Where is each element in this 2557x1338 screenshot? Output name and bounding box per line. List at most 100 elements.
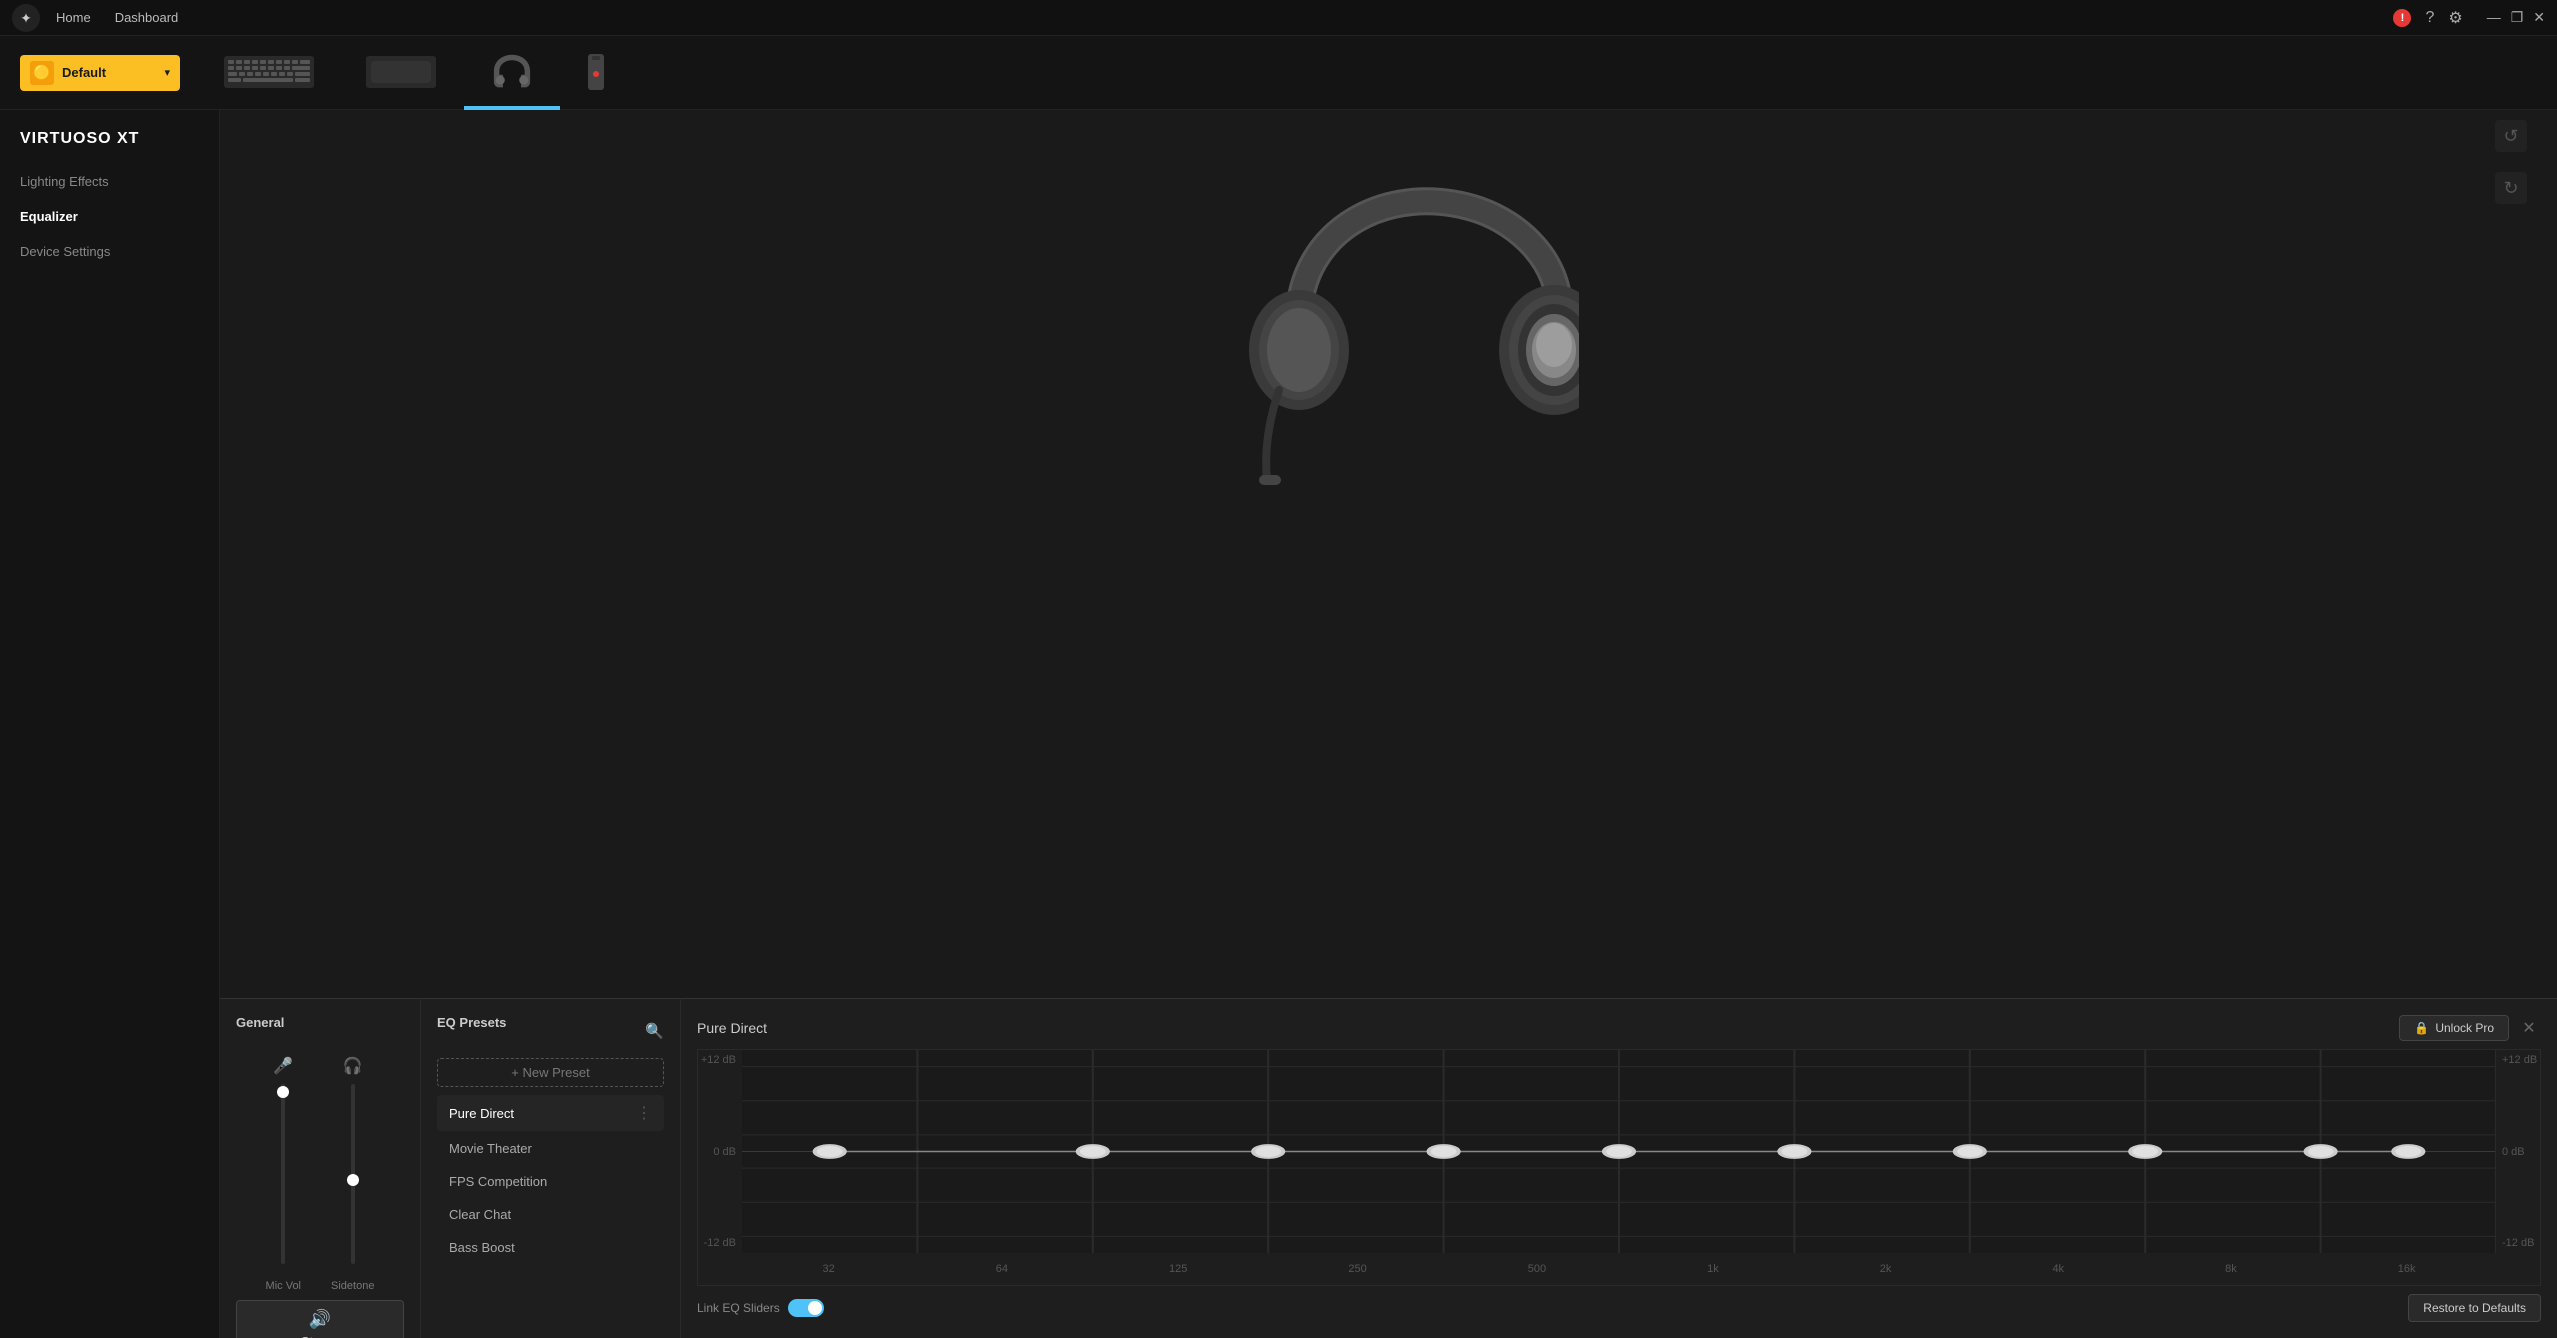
sidetone-label: Sidetone bbox=[331, 1280, 374, 1292]
headset-area: ↺ ↻ bbox=[220, 110, 2557, 550]
headset-icon bbox=[488, 53, 536, 91]
general-section: General 🎤 Mic Vol 🎧 Sideto bbox=[220, 998, 420, 1338]
settings-icon[interactable]: ⚙ bbox=[2448, 8, 2462, 28]
freq-250: 250 bbox=[1348, 1263, 1366, 1275]
freq-500: 500 bbox=[1528, 1263, 1546, 1275]
eq-search-icon[interactable]: 🔍 bbox=[645, 1022, 664, 1040]
preset-item-fps-competition[interactable]: FPS Competition bbox=[437, 1166, 664, 1197]
close-button[interactable]: ✕ bbox=[2533, 9, 2545, 26]
app-logo: ✦ bbox=[12, 4, 40, 32]
top-nav: Home Dashboard bbox=[56, 10, 178, 25]
freq-8k: 8k bbox=[2225, 1263, 2237, 1275]
mic-vol-slider[interactable] bbox=[281, 1084, 285, 1264]
sidetone-thumb[interactable] bbox=[347, 1174, 359, 1186]
nav-home[interactable]: Home bbox=[56, 10, 91, 25]
maximize-button[interactable]: ❐ bbox=[2511, 9, 2524, 26]
rotate-right-icon[interactable]: ↻ bbox=[2495, 172, 2527, 204]
unlock-pro-label: Unlock Pro bbox=[2435, 1021, 2494, 1035]
stereo-label: Stereo bbox=[301, 1334, 339, 1338]
minimize-button[interactable]: — bbox=[2487, 9, 2501, 26]
preset-label: Pure Direct bbox=[449, 1106, 514, 1121]
mic-vol-group: 🎤 Mic Vol bbox=[266, 1056, 301, 1292]
mic-vol-thumb[interactable] bbox=[277, 1086, 289, 1098]
top-bar-actions: ! ? ⚙ — ❐ ✕ bbox=[2393, 8, 2545, 28]
eq-graph[interactable]: +12 dB 0 dB -12 dB +12 dB 0 dB bbox=[697, 1049, 2541, 1286]
freq-64: 64 bbox=[996, 1263, 1008, 1275]
top-bar: ✦ Home Dashboard ! ? ⚙ — ❐ ✕ bbox=[0, 0, 2557, 36]
help-icon[interactable]: ? bbox=[2425, 9, 2434, 27]
profile-icon: 🟡 bbox=[30, 61, 54, 85]
eq-header-actions: 🔒 Unlock Pro ✕ bbox=[2399, 1015, 2541, 1041]
freq-16k: 16k bbox=[2398, 1263, 2416, 1275]
device-bar: 🟡 Default ▾ bbox=[0, 36, 2557, 110]
link-eq-toggle[interactable] bbox=[788, 1299, 824, 1317]
link-eq-sliders-label: Link EQ Sliders bbox=[697, 1299, 824, 1317]
right-icons: ↺ ↻ bbox=[2495, 120, 2527, 204]
device-name: VIRTUOSO XT bbox=[0, 130, 219, 164]
device-tab-headset[interactable] bbox=[464, 36, 560, 110]
main-layout: VIRTUOSO XT Lighting Effects Equalizer D… bbox=[0, 110, 2557, 1338]
new-preset-button[interactable]: + New Preset bbox=[437, 1058, 664, 1087]
device-tab-dongle[interactable] bbox=[564, 36, 628, 110]
y-label-zero: 0 dB bbox=[698, 1146, 736, 1158]
eq-display-section: Pure Direct 🔒 Unlock Pro ✕ +12 dB bbox=[680, 998, 2557, 1338]
sliders-area: 🎤 Mic Vol 🎧 Sidetone bbox=[236, 1046, 404, 1292]
eq-point-3 bbox=[1429, 1145, 1459, 1158]
preset-item-bass-boost[interactable]: Bass Boost bbox=[437, 1232, 664, 1263]
eq-y-labels-right: +12 dB 0 dB -12 dB bbox=[2496, 1050, 2540, 1253]
headphone-icon: 🎧 bbox=[343, 1056, 363, 1076]
rotate-left-icon[interactable]: ↺ bbox=[2495, 120, 2527, 152]
mic-vol-label: Mic Vol bbox=[266, 1280, 301, 1292]
sidebar-item-device-settings[interactable]: Device Settings bbox=[0, 234, 219, 269]
keyboard-icon bbox=[224, 56, 314, 88]
window-controls: — ❐ ✕ bbox=[2487, 9, 2545, 26]
restore-defaults-button[interactable]: Restore to Defaults bbox=[2408, 1294, 2541, 1322]
preset-list: Pure Direct ⋮ Movie Theater FPS Competit… bbox=[437, 1095, 664, 1263]
preset-label: Clear Chat bbox=[449, 1207, 511, 1222]
eq-point-7 bbox=[2130, 1145, 2160, 1158]
eq-svg bbox=[742, 1050, 2496, 1253]
y-label-bottom: -12 dB bbox=[698, 1237, 736, 1249]
profile-selector[interactable]: 🟡 Default ▾ bbox=[20, 55, 180, 91]
eq-point-1 bbox=[1078, 1145, 1108, 1158]
sidebar-item-equalizer[interactable]: Equalizer bbox=[0, 199, 219, 234]
eq-preset-name: Pure Direct bbox=[697, 1020, 767, 1036]
sidebar-item-lighting[interactable]: Lighting Effects bbox=[0, 164, 219, 199]
freq-32: 32 bbox=[823, 1263, 835, 1275]
new-preset-label: + New Preset bbox=[511, 1065, 589, 1080]
sidebar: VIRTUOSO XT Lighting Effects Equalizer D… bbox=[0, 110, 220, 1338]
freq-4k: 4k bbox=[2052, 1263, 2064, 1275]
eq-presets-header: EQ Presets 🔍 bbox=[437, 1015, 664, 1046]
preset-label: Movie Theater bbox=[449, 1141, 532, 1156]
close-eq-button[interactable]: ✕ bbox=[2517, 1016, 2541, 1040]
eq-presets-title: EQ Presets bbox=[437, 1015, 506, 1030]
eq-point-4 bbox=[1604, 1145, 1634, 1158]
eq-presets-section: EQ Presets 🔍 + New Preset Pure Direct ⋮ … bbox=[420, 998, 680, 1338]
y-label-right-bottom: -12 dB bbox=[2502, 1237, 2540, 1249]
preset-label: Bass Boost bbox=[449, 1240, 515, 1255]
nav-dashboard[interactable]: Dashboard bbox=[115, 10, 179, 25]
alert-icon[interactable]: ! bbox=[2393, 9, 2411, 27]
device-tabs bbox=[200, 36, 628, 110]
sidetone-slider[interactable] bbox=[351, 1084, 355, 1264]
lock-icon: 🔒 bbox=[2414, 1021, 2429, 1035]
eq-point-8 bbox=[2306, 1145, 2336, 1158]
device-tab-mousepad[interactable] bbox=[342, 36, 460, 110]
general-title: General bbox=[236, 1015, 404, 1030]
preset-options-icon[interactable]: ⋮ bbox=[636, 1103, 652, 1123]
preset-item-pure-direct[interactable]: Pure Direct ⋮ bbox=[437, 1095, 664, 1131]
bottom-panel: General 🎤 Mic Vol 🎧 Sideto bbox=[220, 998, 2557, 1338]
device-tab-keyboard[interactable] bbox=[200, 36, 338, 110]
y-label-top: +12 dB bbox=[698, 1054, 736, 1066]
main-content: ↺ ↻ General 🎤 Mic Vol 🎧 bbox=[220, 110, 2557, 1338]
unlock-pro-button[interactable]: 🔒 Unlock Pro bbox=[2399, 1015, 2509, 1041]
freq-2k: 2k bbox=[1880, 1263, 1892, 1275]
preset-item-movie-theater[interactable]: Movie Theater bbox=[437, 1133, 664, 1164]
preset-item-clear-chat[interactable]: Clear Chat bbox=[437, 1199, 664, 1230]
eq-point-6 bbox=[1955, 1145, 1985, 1158]
profile-dropdown-arrow: ▾ bbox=[164, 66, 170, 79]
eq-y-labels-left: +12 dB 0 dB -12 dB bbox=[698, 1050, 742, 1253]
stereo-button[interactable]: 🔊 Stereo bbox=[236, 1300, 404, 1338]
eq-point-9 bbox=[2393, 1145, 2423, 1158]
eq-footer: Link EQ Sliders Restore to Defaults bbox=[697, 1294, 2541, 1322]
